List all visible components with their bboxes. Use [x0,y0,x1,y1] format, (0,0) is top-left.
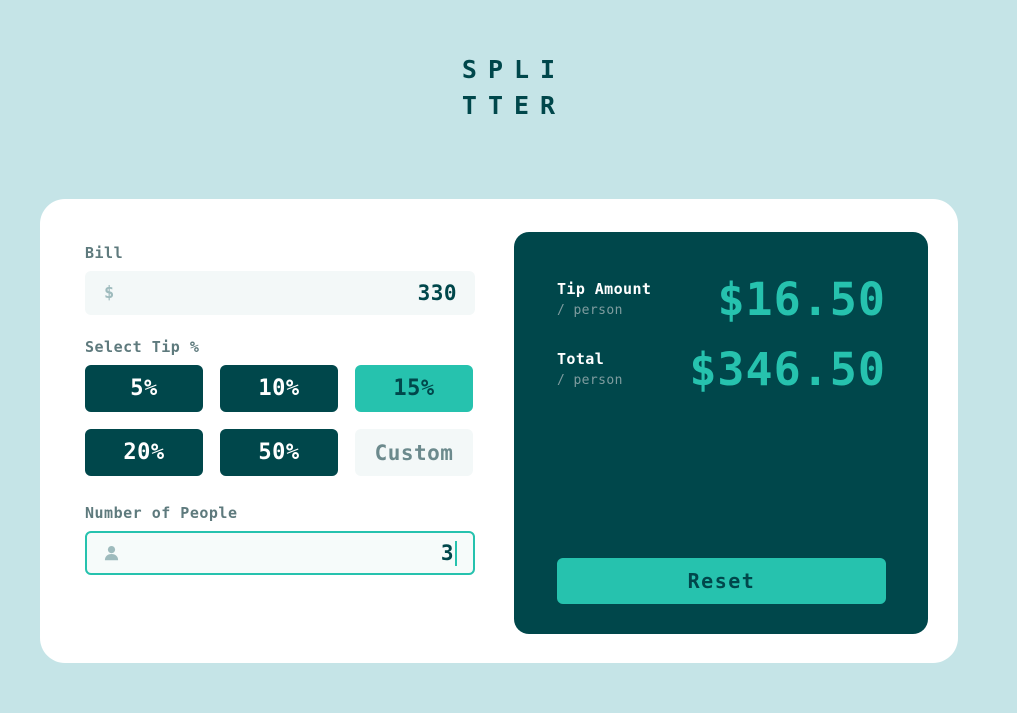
bill-label: Bill [85,244,124,262]
tip-option-15[interactable]: 15% [355,365,473,412]
total-value: $346.50 [689,343,886,396]
reset-button[interactable]: Reset [557,558,886,604]
tip-option-10[interactable]: 10% [220,365,338,412]
calculator-card: Bill $ 330 Select Tip % 5% 10% 15% 20% 5… [40,199,958,663]
dollar-icon: $ [104,283,115,303]
tip-option-20[interactable]: 20% [85,429,203,476]
person-icon [104,533,119,573]
bill-input[interactable]: $ 330 [85,271,475,315]
logo-line-1: SPLI [461,55,567,84]
total-title: Total [557,349,605,368]
people-value: 3 [440,541,454,565]
total-labels: Total / person [557,350,623,390]
tip-options-grid: 5% 10% 15% 20% 50% Custom [85,365,475,476]
tip-amount-value: $16.50 [717,273,886,326]
tip-amount-row: Tip Amount / person $16.50 [557,277,886,322]
tip-amount-title: Tip Amount [557,279,652,298]
tip-option-50[interactable]: 50% [220,429,338,476]
app-logo: SPLI TTER [0,52,1017,124]
people-value-wrap: 3 [440,540,473,566]
people-input[interactable]: 3 [85,531,475,575]
bill-value: 330 [417,281,457,305]
results-panel: Tip Amount / person $16.50 Total / perso… [514,232,928,634]
total-subtitle: / person [557,372,623,388]
tip-option-5[interactable]: 5% [85,365,203,412]
inputs-column: Bill $ 330 Select Tip % 5% 10% 15% 20% 5… [85,232,475,634]
tip-amount-labels: Tip Amount / person [557,280,651,320]
tip-custom-input[interactable]: Custom [355,429,473,476]
tip-amount-subtitle: / person [557,302,623,318]
text-caret [455,540,457,566]
tip-label: Select Tip % [85,338,200,356]
total-row: Total / person $346.50 [557,347,886,392]
people-label: Number of People [85,504,238,522]
logo-line-2: TTER [461,91,567,120]
